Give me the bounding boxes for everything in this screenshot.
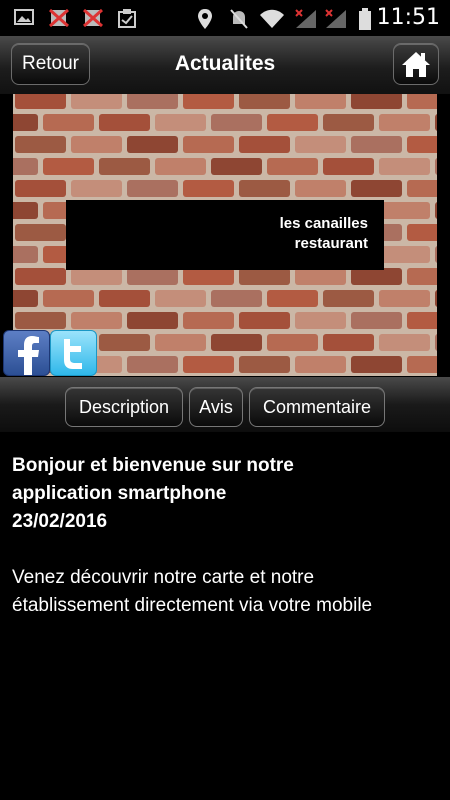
banner-caption-box: les canailles restaurant — [66, 200, 384, 270]
no-sim-icon — [49, 8, 69, 28]
image-icon — [14, 9, 34, 25]
page-title: Actualites — [174, 52, 276, 75]
article-headline: Bonjour et bienvenue sur notre applicati… — [12, 452, 432, 536]
no-sim-icon — [83, 8, 103, 28]
article-date: 23/02/2016 — [12, 511, 108, 532]
nav-bar: Retour Actualites — [0, 36, 450, 94]
tab-bar: Description Avis Commentaire — [0, 377, 450, 432]
twitter-icon — [64, 339, 82, 369]
facebook-icon — [18, 336, 39, 375]
tab-avis[interactable]: Avis — [189, 387, 243, 427]
banner-restaurant-type: restaurant — [294, 235, 368, 252]
signal-icon — [295, 9, 316, 28]
battery-icon — [359, 8, 371, 30]
signal-icon — [325, 9, 346, 28]
article-body: Venez découvrir notre carte et notre éta… — [12, 567, 373, 616]
status-bar: 11:51 — [0, 0, 450, 36]
tab-description[interactable]: Description — [65, 387, 183, 427]
banner-restaurant-name: les canailles — [279, 215, 368, 232]
location-icon — [198, 9, 212, 29]
home-button[interactable] — [393, 43, 439, 85]
clipboard-icon — [118, 9, 136, 28]
facebook-button[interactable] — [3, 330, 50, 376]
twitter-button[interactable] — [50, 330, 97, 376]
article-content: Bonjour et bienvenue sur notre applicati… — [12, 452, 432, 620]
headline-line-1: Bonjour et bienvenue sur notre — [12, 455, 294, 476]
headline-line-2: application smartphone — [12, 483, 227, 504]
wifi-icon — [260, 9, 284, 28]
tab-commentaire[interactable]: Commentaire — [249, 387, 385, 427]
home-icon — [402, 52, 430, 77]
status-time: 11:51 — [376, 5, 440, 30]
mute-icon — [230, 9, 248, 29]
